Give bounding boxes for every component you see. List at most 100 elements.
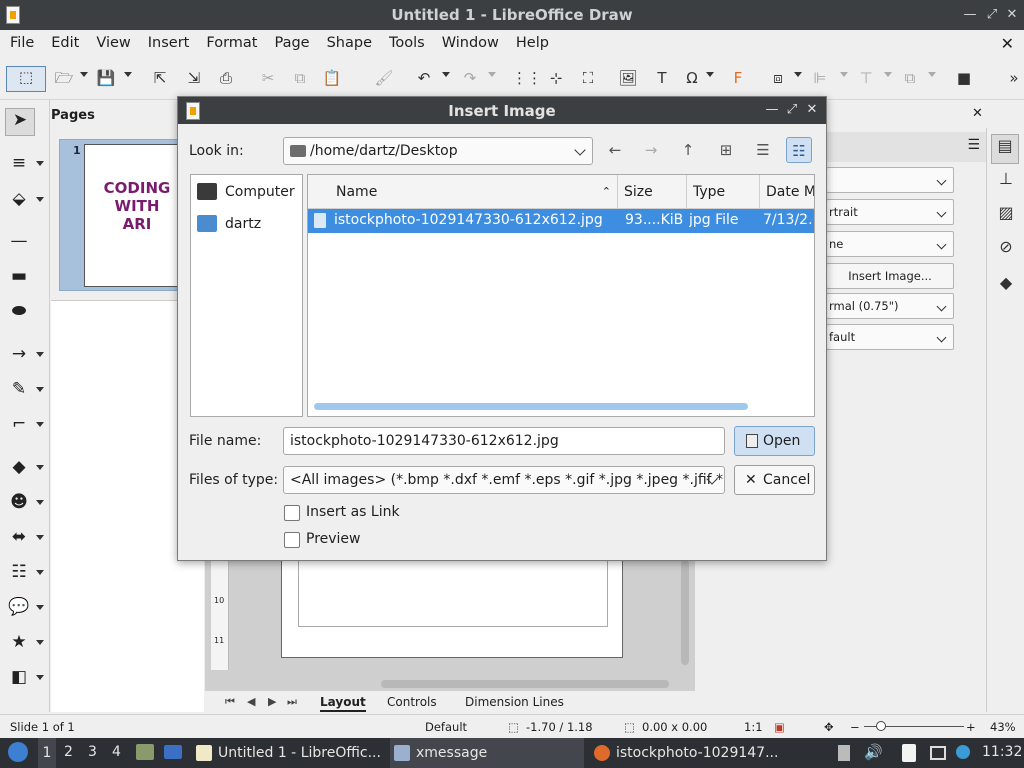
horizontal-scrollbar[interactable] <box>381 680 669 688</box>
file-manager-launcher-icon[interactable] <box>136 744 154 760</box>
3d-objects-dropdown-icon[interactable] <box>36 675 44 680</box>
page-thumbnail[interactable]: CODING WITH ARI <box>84 144 190 287</box>
insert-textbox-icon[interactable]: T <box>652 68 672 88</box>
distribute-dropdown-icon[interactable] <box>928 72 936 77</box>
align-dropdown-icon[interactable] <box>840 72 848 77</box>
task-xmessage[interactable]: xmessage <box>390 738 584 768</box>
distribute-icon[interactable]: ⧉ <box>900 68 920 88</box>
dialog-close-icon[interactable]: ✕ <box>804 101 820 119</box>
sidebar-margins-select[interactable]: rmal (0.75") <box>826 293 954 319</box>
look-in-combo[interactable]: /home/dartz/Desktop <box>283 137 593 165</box>
clone-formatting-icon[interactable]: 🖌 <box>374 68 394 88</box>
save-icon[interactable]: 💾 <box>96 68 116 88</box>
basic-shapes-icon[interactable]: ◆ <box>8 456 30 478</box>
minimize-icon[interactable]: — <box>962 7 978 23</box>
workspace-3[interactable]: 3 <box>88 744 97 760</box>
workspace-1[interactable]: 1 <box>38 738 56 768</box>
open-folder-icon[interactable]: 🗁 <box>54 68 74 88</box>
tray-updates-icon[interactable] <box>838 745 850 761</box>
file-row-selected[interactable]: istockphoto-1029147330-612x612.jpg 93...… <box>308 209 814 233</box>
fill-color-icon[interactable]: ⬙ <box>8 188 30 210</box>
arrow-line-dropdown-icon[interactable] <box>36 352 44 357</box>
preview-label[interactable]: Preview <box>306 531 361 547</box>
files-of-type-combo[interactable]: <All images> (*.bmp *.dxf *.emf *.eps *.… <box>283 466 725 494</box>
task-firefox[interactable]: istockphoto-1029147... <box>590 738 784 768</box>
clock[interactable]: 11:32 <box>982 744 1022 760</box>
stars-dropdown-icon[interactable] <box>36 640 44 645</box>
align-icon[interactable]: ⊫ <box>810 68 830 88</box>
special-character-dropdown-icon[interactable] <box>706 72 714 77</box>
insert-as-link-label[interactable]: Insert as Link <box>306 504 400 520</box>
rectangle-tool-icon[interactable]: ▬ <box>8 265 30 287</box>
save-dropdown-icon[interactable] <box>124 72 132 77</box>
file-list-horizontal-scrollbar[interactable] <box>314 403 748 410</box>
close-document-icon[interactable]: ✕ <box>1001 34 1014 53</box>
menu-tools[interactable]: Tools <box>389 35 425 51</box>
open-button[interactable]: Open <box>734 426 815 456</box>
cancel-button[interactable]: ✕ Cancel <box>734 465 815 495</box>
task-libreoffice-draw[interactable]: Untitled 1 - LibreOffic... <box>192 738 388 768</box>
sidebar-background-select[interactable]: ne <box>826 231 954 257</box>
flowchart-dropdown-icon[interactable] <box>36 570 44 575</box>
preview-checkbox[interactable] <box>284 532 300 548</box>
print-icon[interactable]: ⎙ <box>216 68 236 88</box>
sidebar-menu-icon[interactable]: ☰ <box>967 137 980 153</box>
last-tab-icon[interactable]: ⏭ <box>287 695 297 709</box>
line-color-dropdown-icon[interactable] <box>36 161 44 166</box>
select-arrow-icon[interactable]: ➤ <box>5 108 35 136</box>
zoom-level[interactable]: 43% <box>990 720 1016 734</box>
detail-view-icon[interactable]: ☷ <box>786 137 812 163</box>
menu-window[interactable]: Window <box>442 35 499 51</box>
menu-view[interactable]: View <box>96 35 130 51</box>
line-color-icon[interactable]: ≡ <box>8 152 30 174</box>
insert-image-icon[interactable]: 🖼 <box>618 68 638 88</box>
zoom-pan-icon[interactable]: ⛶ <box>578 68 598 88</box>
column-type[interactable]: Type <box>687 175 760 209</box>
ellipse-tool-icon[interactable]: ⬬ <box>8 300 30 322</box>
zoom-in-icon[interactable]: + <box>966 720 976 734</box>
drawing-page[interactable] <box>281 548 623 658</box>
forward-icon[interactable]: → <box>638 137 664 163</box>
tab-dimension-lines[interactable]: Dimension Lines <box>465 695 564 709</box>
parent-folder-icon[interactable]: ↑ <box>675 137 701 163</box>
copy-icon[interactable]: ⧉ <box>290 68 310 88</box>
dialog-minimize-icon[interactable]: — <box>764 101 780 119</box>
new-folder-icon[interactable]: ⊞ <box>713 137 739 163</box>
menu-help[interactable]: Help <box>516 35 549 51</box>
sidebar-orientation-select[interactable]: rtrait <box>826 199 954 225</box>
redo-dropdown-icon[interactable] <box>488 72 496 77</box>
callouts-icon[interactable]: 💬 <box>8 596 30 618</box>
sidebar-format-select[interactable] <box>826 167 954 193</box>
symbol-shapes-icon[interactable]: ☻ <box>8 491 30 513</box>
menu-edit[interactable]: Edit <box>51 35 79 51</box>
sidebar-close-icon[interactable]: ✕ <box>972 106 983 121</box>
open-dropdown-icon[interactable] <box>80 72 88 77</box>
basic-shapes-dropdown-icon[interactable] <box>36 465 44 470</box>
3d-objects-icon[interactable]: ◧ <box>8 666 30 688</box>
first-tab-icon[interactable]: ⏮ <box>225 695 235 709</box>
line-tool-icon[interactable]: — <box>8 230 30 252</box>
document-modified-icon[interactable]: ▣ <box>774 720 785 734</box>
maximize-icon[interactable]: ⤢ <box>984 7 1000 23</box>
start-menu-icon[interactable] <box>8 742 28 762</box>
fit-slide-icon[interactable]: ✥ <box>824 720 834 734</box>
properties-tab-icon[interactable]: ▤ <box>991 134 1019 164</box>
navigator-tab-icon[interactable]: ⊘ <box>995 236 1017 258</box>
toolbar-overflow-icon[interactable]: » <box>1004 68 1024 88</box>
export-pdf-icon[interactable]: ⇲ <box>184 68 204 88</box>
cut-icon[interactable]: ✂ <box>258 68 278 88</box>
styles-tab-icon[interactable]: ⊥ <box>995 168 1017 190</box>
menu-page[interactable]: Page <box>274 35 309 51</box>
menu-shape[interactable]: Shape <box>327 35 372 51</box>
helplines-icon[interactable]: ⊹ <box>546 68 566 88</box>
paste-icon[interactable]: 📋 <box>322 68 342 88</box>
connector-tool-icon[interactable]: ⌐ <box>8 413 30 435</box>
display-icon[interactable] <box>930 746 946 760</box>
tab-controls[interactable]: Controls <box>387 695 437 709</box>
list-view-icon[interactable]: ☰ <box>750 137 776 163</box>
desktop-launcher-icon[interactable] <box>164 745 182 759</box>
undo-dropdown-icon[interactable] <box>442 72 450 77</box>
fill-color-dropdown-icon[interactable] <box>36 197 44 202</box>
curve-tool-icon[interactable]: ✎ <box>8 378 30 400</box>
grid-icon[interactable]: ⋮⋮ <box>512 68 542 88</box>
